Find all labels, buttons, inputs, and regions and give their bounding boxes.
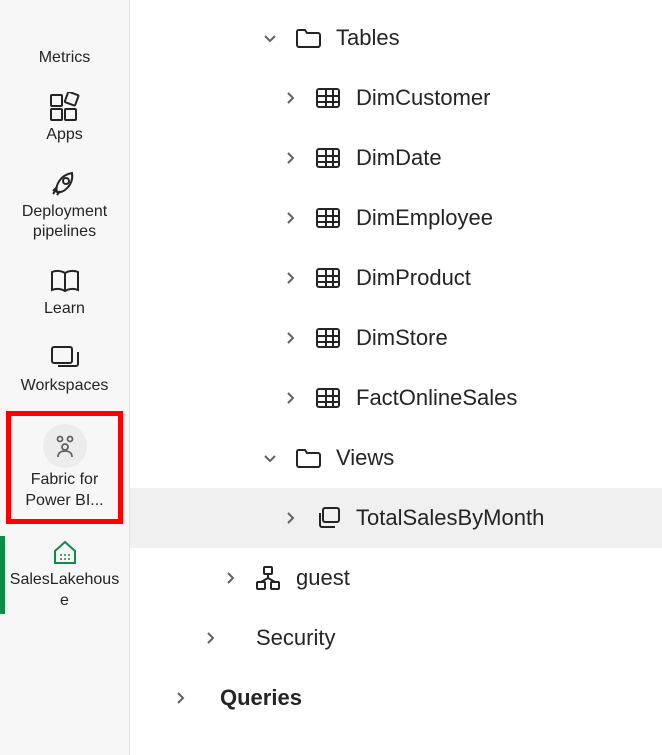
tree-tables[interactable]: Tables [130,8,662,68]
tree-label: DimProduct [356,265,471,291]
table-icon [312,206,344,230]
tree-queries[interactable]: Queries [130,668,662,728]
chevron-right-icon [280,511,300,525]
table-icon [312,326,344,350]
nav-label: Workspaces [21,376,109,397]
tree-table-item[interactable]: DimCustomer [130,68,662,128]
tree-label: Queries [220,685,302,711]
apps-icon [47,91,83,123]
lakehouse-icon [47,536,83,568]
tree-view-item[interactable]: TotalSalesByMonth [130,488,662,548]
nav-label: Deployment pipelines [10,202,120,244]
nav-label: SalesLakehouse [10,570,120,612]
schema-icon [252,565,284,591]
explorer-tree: Tables DimCustomer DimDate DimEmployee D… [130,0,662,755]
chevron-right-icon [280,91,300,105]
nav-workspaces[interactable]: Workspaces [0,332,129,409]
tree-table-item[interactable]: FactOnlineSales [130,368,662,428]
nav-apps[interactable]: Apps [0,81,129,158]
nav-label: Learn [44,299,85,320]
tree-label: DimStore [356,325,448,351]
table-icon [312,386,344,410]
sidebar: Metrics Apps Deployment pipelines [0,0,130,755]
nav-fabric-power-bi[interactable]: Fabric for Power BI... [6,411,123,525]
metrics-icon [47,14,83,46]
workspaces-icon [47,342,83,374]
table-icon [312,146,344,170]
nav-learn[interactable]: Learn [0,255,129,332]
nav-metrics[interactable]: Metrics [0,4,129,81]
chevron-right-icon [170,691,190,705]
tree-table-item[interactable]: DimProduct [130,248,662,308]
nav-label: Apps [46,125,82,146]
chevron-right-icon [280,211,300,225]
chevron-right-icon [220,571,240,585]
chevron-right-icon [280,151,300,165]
chevron-down-icon [260,450,280,466]
chevron-down-icon [260,30,280,46]
chevron-right-icon [280,391,300,405]
tree-views[interactable]: Views [130,428,662,488]
nav-label: Metrics [39,48,91,69]
tree-table-item[interactable]: DimStore [130,308,662,368]
chevron-right-icon [280,331,300,345]
table-icon [312,86,344,110]
rocket-icon [47,168,83,200]
book-icon [47,265,83,297]
chevron-right-icon [200,631,220,645]
people-icon [43,424,87,468]
tree-label: Tables [336,25,400,51]
table-icon [312,266,344,290]
tree-table-item[interactable]: DimEmployee [130,188,662,248]
tree-label: DimEmployee [356,205,493,231]
nav-label: Fabric for Power BI... [11,470,118,512]
folder-icon [292,446,324,470]
tree-guest[interactable]: guest [130,548,662,608]
tree-label: DimCustomer [356,85,490,111]
tree-table-item[interactable]: DimDate [130,128,662,188]
tree-label: Views [336,445,394,471]
view-icon [312,505,344,531]
tree-label: guest [296,565,350,591]
tree-label: TotalSalesByMonth [356,505,544,531]
tree-label: Security [256,625,335,651]
nav-deployment-pipelines[interactable]: Deployment pipelines [0,158,129,256]
folder-icon [292,26,324,50]
tree-label: DimDate [356,145,442,171]
chevron-right-icon [280,271,300,285]
nav-saleslakehouse[interactable]: SalesLakehouse [0,526,129,624]
tree-security[interactable]: Security [130,608,662,668]
tree-label: FactOnlineSales [356,385,517,411]
